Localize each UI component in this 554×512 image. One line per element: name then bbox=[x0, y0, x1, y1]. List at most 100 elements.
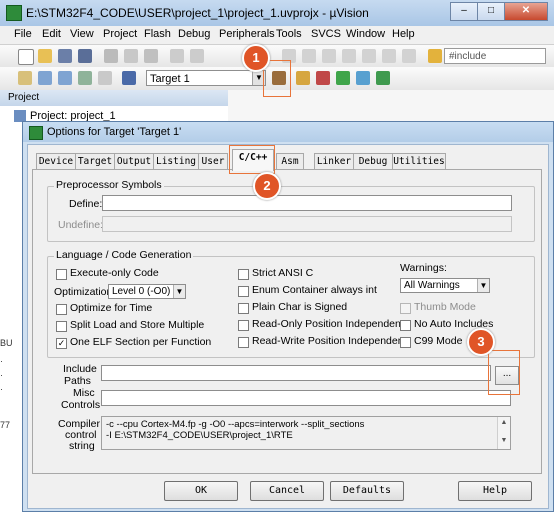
unindent-icon[interactable] bbox=[362, 49, 376, 63]
menu-flash[interactable]: Flash bbox=[144, 28, 171, 40]
find-in-files-icon[interactable] bbox=[428, 49, 442, 63]
compiler-string-scrollbar[interactable]: ▲ ▼ bbox=[497, 417, 510, 449]
scroll-down-icon[interactable]: ▼ bbox=[498, 435, 510, 447]
tab-debug[interactable]: Debug bbox=[353, 153, 393, 170]
annotation-badge-1: 1 bbox=[242, 44, 270, 72]
menu-svcs[interactable]: SVCS bbox=[311, 28, 341, 40]
stop-build-icon[interactable] bbox=[98, 71, 112, 85]
menu-file[interactable]: File bbox=[14, 28, 32, 40]
enum-container-label: Enum Container always int bbox=[252, 284, 377, 296]
new-file-icon[interactable] bbox=[18, 49, 34, 65]
tab-listing[interactable]: Listing bbox=[153, 153, 199, 170]
tab-device[interactable]: Device bbox=[36, 153, 76, 170]
help-button[interactable]: Help bbox=[458, 481, 532, 501]
find-combo-input[interactable]: #include bbox=[444, 48, 546, 64]
open-file-icon[interactable] bbox=[38, 49, 52, 63]
misc-controls-input[interactable] bbox=[101, 390, 511, 406]
warnings-value: All Warnings bbox=[404, 280, 460, 291]
save-icon[interactable] bbox=[58, 49, 72, 63]
highlight-c-cpp-tab bbox=[229, 145, 275, 174]
uvision-app-icon bbox=[6, 5, 22, 21]
chevron-down-icon[interactable]: ▼ bbox=[173, 285, 185, 298]
annotation-badge-2: 2 bbox=[253, 172, 281, 200]
menu-bar: File Edit View Project Flash Debug Perip… bbox=[0, 26, 554, 45]
manage-components-icon[interactable] bbox=[376, 71, 390, 85]
code-generation-group: Language / Code Generation Execute-only … bbox=[47, 249, 535, 358]
include-paths-input[interactable] bbox=[101, 365, 491, 381]
tab-utilities[interactable]: Utilities bbox=[392, 153, 446, 170]
menu-help[interactable]: Help bbox=[392, 28, 415, 40]
defaults-button[interactable]: Defaults bbox=[330, 481, 404, 501]
bookmark-next-icon[interactable] bbox=[322, 49, 336, 63]
redo-icon[interactable] bbox=[190, 49, 204, 63]
optimize-for-time-checkbox[interactable] bbox=[56, 304, 67, 315]
output-line: · bbox=[0, 384, 3, 394]
read-write-pi-label: Read-Write Position Independent bbox=[252, 335, 407, 347]
thumb-mode-checkbox[interactable] bbox=[400, 303, 411, 314]
menu-edit[interactable]: Edit bbox=[42, 28, 61, 40]
no-auto-includes-checkbox[interactable] bbox=[400, 320, 411, 331]
select-packs-icon[interactable] bbox=[336, 71, 350, 85]
menu-tools[interactable]: Tools bbox=[276, 28, 302, 40]
target-select[interactable]: Target 1 ▼ bbox=[146, 70, 266, 86]
compiler-control-string[interactable]: -c --cpu Cortex-M4.fp -g -O0 --apcs=inte… bbox=[101, 416, 511, 450]
download-icon[interactable] bbox=[122, 71, 136, 85]
c-cpp-tab-panel: Preprocessor Symbols Define: Undefine: L… bbox=[32, 169, 542, 474]
file-extensions-icon[interactable] bbox=[296, 71, 310, 85]
manage-runtime-icon[interactable] bbox=[316, 71, 330, 85]
compiler-control-line-2: -I E:\STM32F4_CODE\USER\project_1\RTE bbox=[106, 430, 293, 441]
warnings-select[interactable]: All Warnings ▼ bbox=[400, 278, 490, 293]
menu-peripherals[interactable]: Peripherals bbox=[219, 28, 275, 40]
c99-mode-label: C99 Mode bbox=[414, 335, 463, 347]
dialog-body: Device Target Output Listing User C/C++ … bbox=[27, 144, 549, 509]
undefine-input[interactable] bbox=[102, 216, 512, 232]
tab-target[interactable]: Target bbox=[75, 153, 115, 170]
cut-icon[interactable] bbox=[104, 49, 118, 63]
enum-container-checkbox[interactable] bbox=[238, 286, 249, 297]
uncomment-icon[interactable] bbox=[402, 49, 416, 63]
tab-output[interactable]: Output bbox=[114, 153, 154, 170]
bookmark-prev-icon[interactable] bbox=[302, 49, 316, 63]
optimization-select[interactable]: Level 0 (-O0) ▼ bbox=[108, 284, 186, 299]
menu-window[interactable]: Window bbox=[346, 28, 385, 40]
tab-user[interactable]: User bbox=[198, 153, 228, 170]
one-elf-section-checkbox[interactable]: ✓ bbox=[56, 338, 67, 349]
indent-icon[interactable] bbox=[342, 49, 356, 63]
read-write-pi-checkbox[interactable] bbox=[238, 337, 249, 348]
c99-mode-checkbox[interactable] bbox=[400, 337, 411, 348]
batch-build-icon[interactable] bbox=[78, 71, 92, 85]
execute-only-checkbox[interactable] bbox=[56, 269, 67, 280]
copy-icon[interactable] bbox=[124, 49, 138, 63]
strict-ansi-checkbox[interactable] bbox=[238, 269, 249, 280]
comment-icon[interactable] bbox=[382, 49, 396, 63]
cancel-button[interactable]: Cancel bbox=[250, 481, 324, 501]
close-button[interactable]: ✕ bbox=[504, 2, 548, 21]
split-load-store-checkbox[interactable] bbox=[56, 321, 67, 332]
menu-view[interactable]: View bbox=[70, 28, 94, 40]
read-only-pi-label: Read-Only Position Independent bbox=[252, 318, 404, 330]
tab-asm[interactable]: Asm bbox=[276, 153, 304, 170]
minimize-button[interactable]: – bbox=[450, 2, 478, 21]
strict-ansi-label: Strict ANSI C bbox=[252, 267, 314, 279]
tab-linker[interactable]: Linker bbox=[314, 153, 354, 170]
rebuild-icon[interactable] bbox=[58, 71, 72, 85]
menu-project[interactable]: Project bbox=[103, 28, 137, 40]
compiler-control-line-1: -c --cpu Cortex-M4.fp -g -O0 --apcs=inte… bbox=[106, 419, 365, 430]
plain-char-signed-checkbox[interactable] bbox=[238, 303, 249, 314]
misc-controls-label-1: Misc bbox=[73, 387, 95, 399]
maximize-button[interactable]: □ bbox=[477, 2, 505, 21]
save-all-icon[interactable] bbox=[78, 49, 92, 63]
paste-icon[interactable] bbox=[144, 49, 158, 63]
read-only-pi-checkbox[interactable] bbox=[238, 320, 249, 331]
define-input[interactable] bbox=[102, 195, 512, 211]
build-icon[interactable] bbox=[38, 71, 52, 85]
pack-installer-icon[interactable] bbox=[356, 71, 370, 85]
translate-icon[interactable] bbox=[18, 71, 32, 85]
undo-icon[interactable] bbox=[170, 49, 184, 63]
ok-button[interactable]: OK bbox=[164, 481, 238, 501]
compiler-control-label-3: string bbox=[69, 440, 95, 452]
build-output-tab[interactable]: BU bbox=[0, 338, 13, 348]
scroll-up-icon[interactable]: ▲ bbox=[498, 417, 510, 429]
chevron-down-icon[interactable]: ▼ bbox=[477, 279, 489, 292]
menu-debug[interactable]: Debug bbox=[178, 28, 210, 40]
